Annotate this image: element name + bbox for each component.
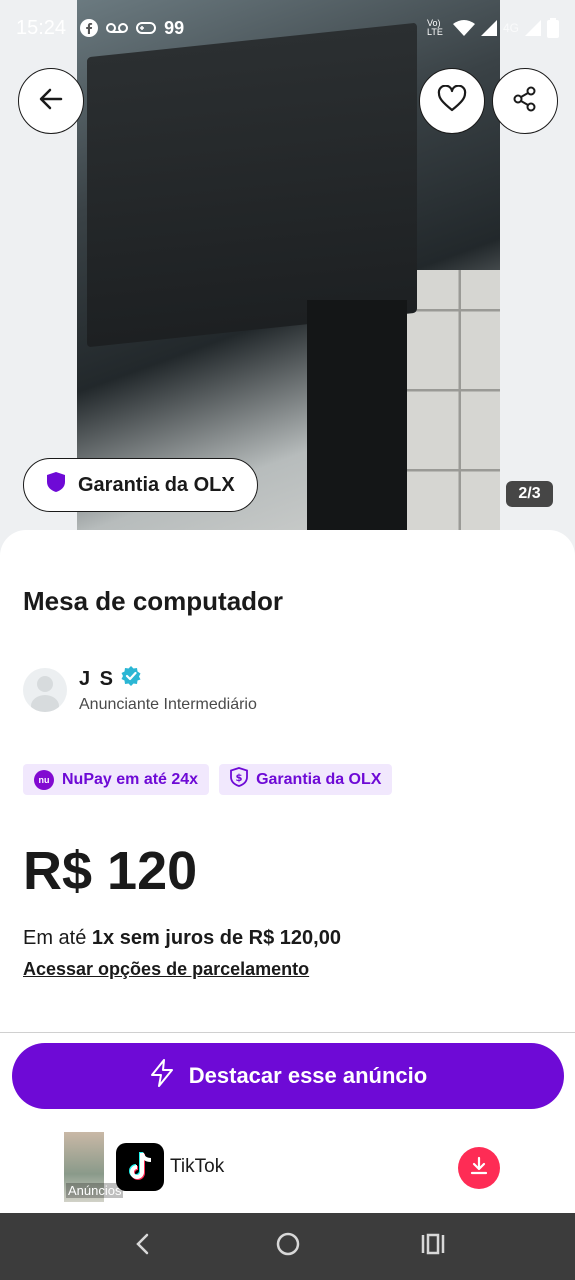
system-navigation-bar <box>0 1213 575 1280</box>
share-icon <box>511 85 539 118</box>
svg-text:$: $ <box>236 773 243 784</box>
recents-icon <box>420 1232 446 1261</box>
desk-leg <box>307 300 407 530</box>
favorite-button[interactable] <box>419 68 485 134</box>
seller-level: Anunciante Intermediário <box>79 696 257 713</box>
lightning-icon <box>149 1059 175 1093</box>
listing-details-card: Mesa de computador J S Anunciante Interm… <box>0 530 575 1035</box>
facebook-icon <box>80 19 99 37</box>
highlight-ad-label: Destacar esse anúncio <box>188 1063 428 1088</box>
seller-name: J S <box>79 667 116 690</box>
avatar <box>23 668 67 712</box>
status-notification-icons: 99 <box>80 18 184 39</box>
voicemail-icon <box>106 21 129 35</box>
desk-top <box>87 22 417 348</box>
seller-info[interactable]: J S Anunciante Intermediário <box>23 666 257 714</box>
notification-count: 99 <box>164 17 185 38</box>
status-right-icons: Vo) LTE 4G <box>427 18 559 38</box>
verified-badge-icon <box>121 666 141 692</box>
installment-text: Em até 1x sem juros de R$ 120,00 <box>23 927 341 950</box>
home-circle-icon <box>275 1231 301 1262</box>
status-bar: 15:24 99 Vo) LTE 4G <box>0 0 575 56</box>
nubank-icon: nu <box>34 769 54 790</box>
installment-prefix: Em até <box>23 927 92 949</box>
share-button[interactable] <box>492 68 558 134</box>
payment-tags: nu NuPay em até 24x $ Garantia da OLX <box>23 764 393 795</box>
download-button[interactable] <box>458 1147 500 1189</box>
volte-label: Vo) LTE <box>426 18 443 37</box>
seller-name-row: J S <box>79 666 257 692</box>
back-button[interactable] <box>18 68 84 134</box>
garantia-chip-label: Garantia da OLX <box>78 473 235 496</box>
garantia-tag-label: Garantia da OLX <box>256 770 382 788</box>
tiktok-logo-icon <box>116 1143 164 1191</box>
installment-options-link[interactable]: Acessar opções de parcelamento <box>23 959 309 980</box>
installment-terms: 1x sem juros de R$ 120,00 <box>91 927 341 949</box>
arrow-left-icon <box>37 85 65 118</box>
heart-icon <box>437 84 467 118</box>
signal-icon <box>480 20 497 36</box>
garantia-tag[interactable]: $ Garantia da OLX <box>219 764 393 795</box>
network-type-label: 4G <box>502 21 519 35</box>
nav-home-button[interactable] <box>268 1227 308 1267</box>
wifi-icon <box>452 19 475 37</box>
chevron-left-icon <box>133 1232 153 1261</box>
battery-icon <box>547 18 559 38</box>
nupay-tag-label: NuPay em até 24x <box>62 770 199 788</box>
gamepad-icon <box>136 21 157 35</box>
nav-recents-button[interactable] <box>413 1227 453 1267</box>
shield-dollar-icon: $ <box>230 767 248 792</box>
divider <box>0 1032 575 1033</box>
shield-icon <box>46 471 66 499</box>
nupay-tag[interactable]: nu NuPay em até 24x <box>23 764 210 795</box>
garantia-olx-chip[interactable]: Garantia da OLX <box>23 458 258 512</box>
listing-title: Mesa de computador <box>23 586 284 616</box>
status-time: 15:24 <box>16 16 67 39</box>
highlight-ad-button[interactable]: Destacar esse anúncio <box>12 1043 564 1109</box>
ad-label: Anúncios <box>66 1183 124 1198</box>
download-icon <box>469 1156 489 1181</box>
ad-app-name: TikTok <box>170 1156 225 1177</box>
photo-counter: 2/3 <box>506 481 553 507</box>
signal-icon-secondary <box>525 20 541 36</box>
price: R$ 120 <box>23 841 198 901</box>
nav-back-button[interactable] <box>123 1227 163 1267</box>
ad-banner[interactable]: Anúncios TikTok <box>0 1125 575 1213</box>
